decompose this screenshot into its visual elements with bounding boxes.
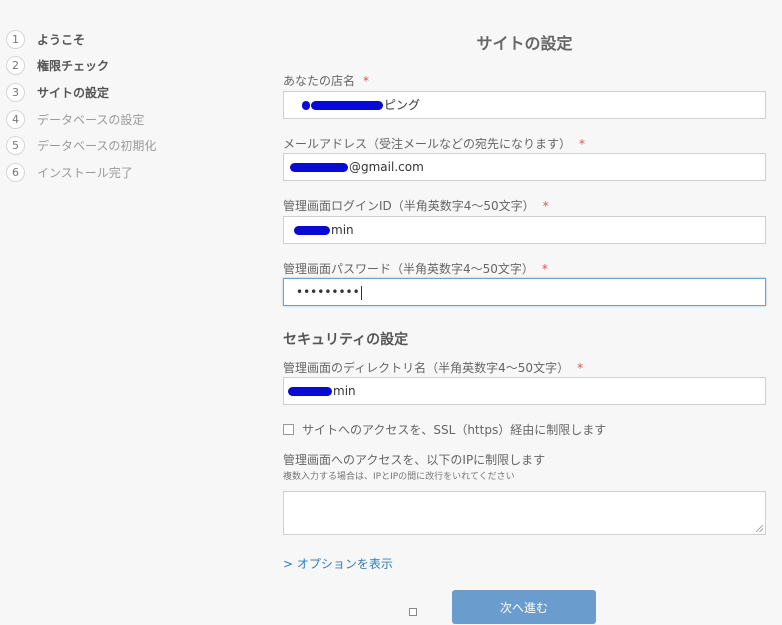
label-text: あなたの店名	[283, 74, 356, 88]
step-number: 2	[6, 56, 25, 76]
ip-restrict-help: 複数入力する場合は、IPとIPの間に改行をいれてください	[283, 472, 515, 482]
step-number: 1	[6, 29, 25, 49]
ssl-checkbox-label: サイトへのアクセスを、SSL（https）経由に制限します	[302, 423, 607, 437]
label-text: 管理画面のディレクトリ名（半角英数字4〜50文字）	[283, 361, 570, 375]
step-6: 6 インストール完了	[6, 159, 156, 186]
password-input[interactable]: •••••••••	[283, 278, 766, 306]
input-value: ピング	[384, 98, 421, 112]
shop-name-label: あなたの店名 *	[283, 72, 369, 89]
step-label: サイトの設定	[37, 85, 110, 100]
required-mark: *	[541, 262, 548, 276]
required-mark: *	[577, 361, 584, 375]
required-mark: *	[542, 199, 549, 213]
page-title: サイトの設定	[476, 34, 573, 53]
resize-handle-icon[interactable]	[756, 525, 763, 532]
step-number: 5	[6, 136, 25, 156]
step-label: 権限チェック	[37, 59, 110, 74]
step-list: 1 ようこそ 2 権限チェック 3 サイトの設定 4 データベースの設定 5 デ…	[6, 26, 156, 186]
step-1: 1 ようこそ	[6, 26, 156, 53]
show-options-link[interactable]: > オプションを表示	[283, 555, 393, 572]
password-label: 管理画面パスワード（半角英数字4〜50文字） *	[283, 260, 548, 277]
redaction-mark	[294, 226, 330, 235]
required-mark: *	[363, 74, 370, 88]
step-label: データベースの設定	[37, 112, 145, 127]
label-text: メールアドレス（受注メールなどの宛先になります）	[283, 137, 572, 151]
step-number: 6	[6, 162, 25, 182]
shop-name-input[interactable]: ピング	[283, 91, 766, 119]
redaction-mark	[290, 163, 348, 172]
redaction-mark	[288, 387, 332, 396]
step-5: 5 データベースの初期化	[6, 132, 156, 159]
label-text: 管理画面パスワード（半角英数字4〜50文字）	[283, 262, 534, 276]
email-label: メールアドレス（受注メールなどの宛先になります） *	[283, 135, 585, 152]
redaction-mark	[302, 101, 310, 110]
login-id-input[interactable]: min	[283, 216, 766, 244]
label-text: 管理画面ログインID（半角英数字4〜50文字）	[283, 199, 535, 213]
input-value: •••••••••	[296, 285, 360, 299]
ip-restrict-label: 管理画面へのアクセスを、以下のIPに制限します	[283, 453, 546, 467]
input-value: min	[333, 384, 356, 398]
input-value: min	[331, 223, 354, 237]
step-number: 3	[6, 82, 25, 102]
ssl-checkbox[interactable]	[283, 424, 294, 435]
step-label: データベースの初期化	[37, 139, 157, 154]
redaction-mark	[311, 101, 383, 110]
input-value: @gmail.com	[349, 160, 424, 174]
required-mark: *	[579, 137, 586, 151]
ssl-checkbox-row[interactable]: サイトへのアクセスを、SSL（https）経由に制限します	[283, 421, 606, 438]
directory-label: 管理画面のディレクトリ名（半角英数字4〜50文字） *	[283, 359, 583, 376]
small-checkbox-icon	[409, 608, 417, 616]
login-id-label: 管理画面ログインID（半角英数字4〜50文字） *	[283, 197, 549, 214]
step-2: 2 権限チェック	[6, 53, 156, 80]
step-label: インストール完了	[37, 165, 133, 180]
step-4: 4 データベースの設定	[6, 106, 156, 133]
security-section-title: セキュリティの設定	[283, 332, 409, 348]
text-caret	[360, 285, 362, 300]
next-button[interactable]: 次へ進む	[452, 590, 596, 624]
step-label: ようこそ	[37, 32, 86, 47]
ip-restrict-textarea[interactable]	[283, 491, 766, 535]
email-input[interactable]: @gmail.com	[283, 153, 766, 181]
directory-input[interactable]: min	[283, 377, 766, 405]
step-3: 3 サイトの設定	[6, 79, 156, 106]
step-number: 4	[6, 109, 25, 129]
